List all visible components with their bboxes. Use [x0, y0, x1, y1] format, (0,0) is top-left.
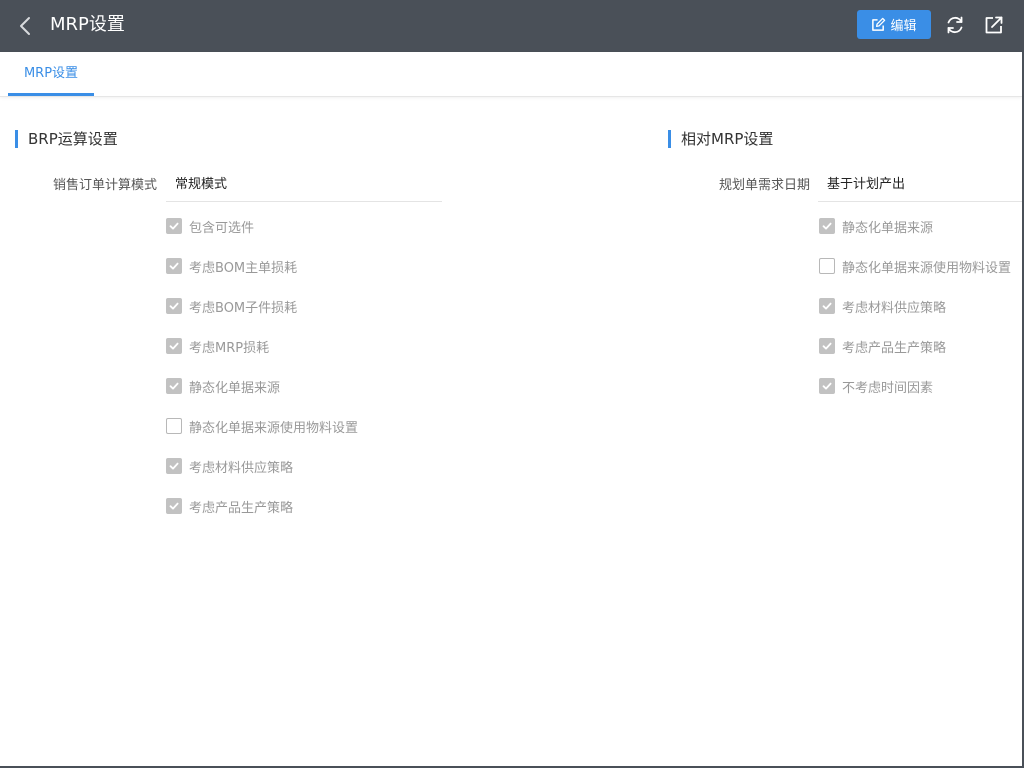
checkbox-label: 考虑材料供应策略: [842, 300, 947, 316]
checkbox-label: 静态化单据来源使用物料设置: [842, 260, 1012, 276]
checkbox-checked[interactable]: [166, 378, 182, 394]
checkbox-checked[interactable]: [819, 378, 835, 394]
tab-bar: MRP设置: [0, 52, 1022, 97]
checkmark-icon: [169, 342, 179, 350]
edit-button[interactable]: 编辑: [857, 10, 931, 39]
checkbox-checked[interactable]: [166, 498, 182, 514]
checkmark-icon: [822, 382, 832, 390]
checkbox-label: 考虑产品生产策略: [189, 500, 294, 516]
checkbox-row[interactable]: 考虑产品生产策略: [819, 337, 947, 356]
checkbox-label: 静态化单据来源: [189, 380, 281, 396]
sales-order-mode-label: 销售订单计算模式: [52, 178, 157, 193]
checkbox-row[interactable]: 静态化单据来源使用物料设置: [819, 257, 1012, 276]
checkbox-row[interactable]: 不考虑时间因素: [819, 377, 934, 396]
section-title-relative-mrp: 相对MRP设置: [668, 130, 773, 148]
checkbox-checked[interactable]: [166, 458, 182, 474]
section-title-brp: BRP运算设置: [15, 130, 118, 148]
tab-mrp-settings[interactable]: MRP设置: [8, 52, 94, 96]
checkmark-icon: [822, 222, 832, 230]
refresh-button[interactable]: [944, 14, 966, 36]
checkbox-checked[interactable]: [166, 218, 182, 234]
edit-icon: [872, 17, 886, 31]
plan-demand-date-label: 规划单需求日期: [718, 178, 810, 193]
checkbox-label: 考虑MRP损耗: [189, 340, 270, 356]
refresh-icon: [947, 16, 963, 34]
checkmark-icon: [169, 462, 179, 470]
sales-order-mode-select[interactable]: 常规模式: [166, 177, 442, 202]
checkbox-label: 静态化单据来源: [842, 220, 934, 236]
checkbox-label: 考虑BOM子件损耗: [189, 300, 298, 316]
checkbox-checked[interactable]: [166, 298, 182, 314]
checkmark-icon: [169, 302, 179, 310]
external-link-icon: [985, 16, 1003, 34]
checkbox-label: 考虑产品生产策略: [842, 340, 947, 356]
edit-button-label: 编辑: [890, 19, 917, 34]
checkmark-icon: [169, 222, 179, 230]
checkmark-icon: [169, 502, 179, 510]
page-title: MRP设置: [50, 14, 125, 35]
checkbox-label: 静态化单据来源使用物料设置: [189, 420, 359, 436]
checkbox-label: 考虑BOM主单损耗: [189, 260, 298, 276]
back-button[interactable]: [14, 14, 38, 38]
checkbox-checked[interactable]: [166, 258, 182, 274]
checkbox-row[interactable]: 静态化单据来源: [166, 377, 281, 396]
checkbox-row[interactable]: 考虑BOM子件损耗: [166, 297, 298, 316]
checkbox-row[interactable]: 静态化单据来源: [819, 217, 934, 236]
share-button[interactable]: [983, 14, 1005, 36]
checkmark-icon: [169, 262, 179, 270]
checkbox-label: 包含可选件: [189, 220, 255, 236]
checkmark-icon: [822, 302, 832, 310]
checkbox-row[interactable]: 包含可选件: [166, 217, 255, 236]
checkbox-row[interactable]: 考虑材料供应策略: [166, 457, 294, 476]
checkbox-checked[interactable]: [819, 218, 835, 234]
checkbox-checked[interactable]: [819, 338, 835, 354]
top-bar: MRP设置 编辑: [0, 0, 1024, 52]
chevron-left-icon: [20, 17, 30, 35]
checkbox-row[interactable]: 考虑产品生产策略: [166, 497, 294, 516]
checkbox-row[interactable]: 考虑MRP损耗: [166, 337, 270, 356]
checkbox-label: 考虑材料供应策略: [189, 460, 294, 476]
checkbox-checked[interactable]: [819, 298, 835, 314]
checkmark-icon: [169, 382, 179, 390]
checkbox-row[interactable]: 考虑材料供应策略: [819, 297, 947, 316]
checkmark-icon: [822, 342, 832, 350]
checkbox-unchecked[interactable]: [166, 418, 182, 434]
checkbox-checked[interactable]: [166, 338, 182, 354]
checkbox-label: 不考虑时间因素: [842, 380, 934, 396]
checkbox-row[interactable]: 考虑BOM主单损耗: [166, 257, 298, 276]
checkbox-unchecked[interactable]: [819, 258, 835, 274]
plan-demand-date-select[interactable]: 基于计划产出: [818, 177, 1022, 202]
checkbox-row[interactable]: 静态化单据来源使用物料设置: [166, 417, 359, 436]
